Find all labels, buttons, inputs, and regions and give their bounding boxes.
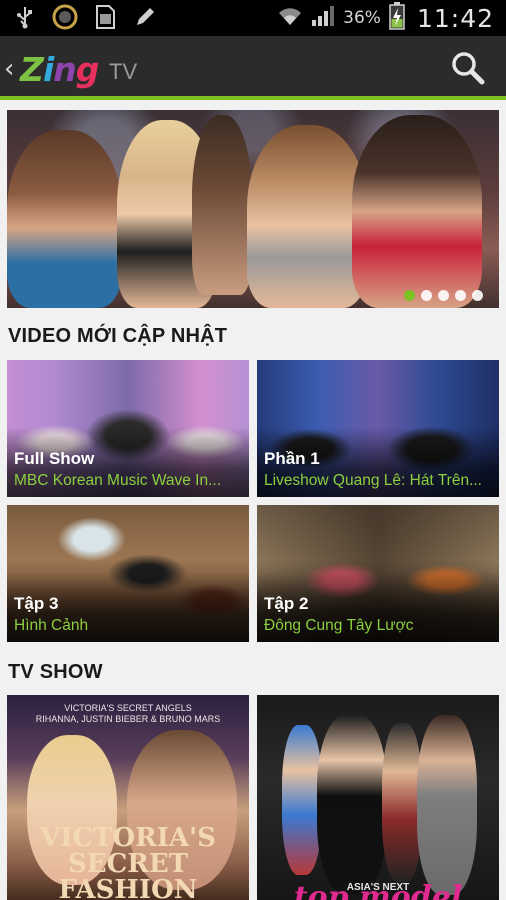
carousel-indicator[interactable]	[404, 290, 483, 301]
video-card[interactable]: Full Show MBC Korean Music Wave In...	[7, 360, 249, 497]
tv-show-card[interactable]: VICTORIA'S SECRET ANGELS RIHANNA, JUSTIN…	[7, 695, 249, 900]
poster-figure	[317, 715, 387, 895]
section-title-latest: VIDEO MỚI CẬP NHẬT	[8, 325, 228, 347]
featured-banner[interactable]	[7, 110, 499, 308]
carousel-dot[interactable]	[404, 290, 415, 301]
battery-charging-icon	[389, 2, 405, 34]
banner-figure	[352, 115, 482, 308]
search-button[interactable]	[450, 50, 486, 86]
carousel-dot[interactable]	[438, 290, 449, 301]
video-title: Đông Cung Tây Lược	[264, 617, 414, 634]
notification-icons	[12, 4, 158, 30]
video-card[interactable]: Tập 2 Đông Cung Tây Lược	[257, 505, 499, 642]
status-bar: 36% 11:42	[0, 0, 506, 36]
poster-figure	[417, 715, 477, 895]
episode-label: Tập 3	[14, 594, 59, 613]
section-title-tv-show: TV SHOW	[8, 661, 103, 683]
back-chevron-icon[interactable]: ‹	[4, 54, 14, 84]
sd-card-icon	[92, 4, 118, 30]
banner-figure	[192, 115, 252, 295]
tv-show-card[interactable]: ASIA'S NEXT top model	[257, 695, 499, 900]
poster-figure	[382, 723, 422, 883]
poster-title: VICTORIA'S SECRET FASHION	[40, 823, 216, 900]
video-card[interactable]: Phần 1 Liveshow Quang Lê: Hát Trên...	[257, 360, 499, 497]
video-title: Hình Cảnh	[14, 617, 89, 634]
signal-icon	[311, 5, 335, 31]
video-title: MBC Korean Music Wave In...	[14, 472, 222, 489]
carousel-dot[interactable]	[472, 290, 483, 301]
poster-figure	[282, 725, 322, 875]
pencil-icon	[132, 4, 158, 30]
clock: 11:42	[416, 3, 494, 33]
action-bar-accent-line	[0, 96, 506, 100]
battery-percent: 36%	[343, 8, 381, 28]
video-title: Liveshow Quang Lê: Hát Trên...	[264, 472, 482, 489]
episode-label: Phần 1	[264, 449, 320, 468]
poster-caption: VICTORIA'S SECRET ANGELS RIHANNA, JUSTIN…	[35, 703, 221, 724]
episode-label: Full Show	[14, 449, 95, 468]
zing-logo[interactable]: Zing	[20, 50, 99, 89]
carousel-dot[interactable]	[421, 290, 432, 301]
video-card[interactable]: Tập 3 Hình Cảnh	[7, 505, 249, 642]
camera-ring-icon	[52, 4, 78, 30]
usb-icon	[12, 4, 38, 30]
action-bar: ‹ Zing TV	[0, 36, 506, 100]
wifi-icon	[277, 5, 303, 31]
system-status: 36% 11:42	[277, 2, 494, 34]
carousel-dot[interactable]	[455, 290, 466, 301]
poster-title: top model	[293, 880, 463, 900]
tv-label: TV	[109, 59, 138, 84]
search-icon	[452, 52, 485, 85]
banner-figure	[7, 130, 122, 308]
episode-label: Tập 2	[264, 594, 309, 613]
banner-figure	[247, 125, 367, 308]
